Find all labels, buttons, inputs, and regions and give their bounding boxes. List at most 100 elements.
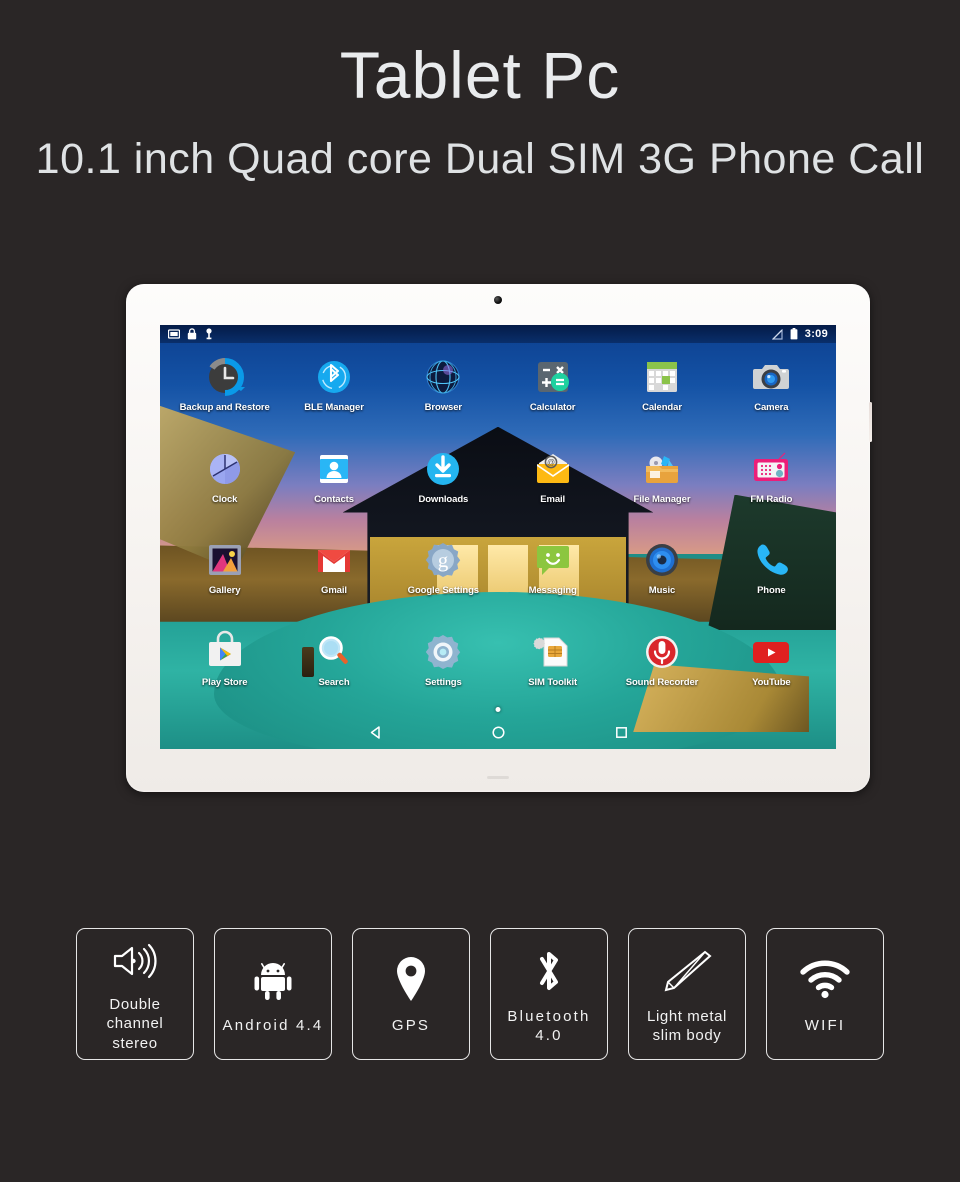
app-icon-phone[interactable]: Phone xyxy=(717,532,826,624)
app-icon-settings[interactable]: Settings xyxy=(389,624,498,716)
app-icon-browser[interactable]: Browser xyxy=(389,349,498,441)
feature-label: Android 4.4 xyxy=(222,1017,324,1035)
app-icon-downloads[interactable]: Downloads xyxy=(389,441,498,533)
slim-body-icon xyxy=(660,943,714,999)
app-icon-music[interactable]: Music xyxy=(607,532,716,624)
app-label: Contacts xyxy=(314,493,354,505)
app-icon-sound-recorder[interactable]: Sound Recorder xyxy=(607,624,716,716)
phone-icon xyxy=(749,538,793,582)
feature-badge-light-metal-slim-body[interactable]: Light metal slim body xyxy=(628,928,746,1060)
app-icon-calculator[interactable]: Calculator xyxy=(498,349,607,441)
app-icon-contacts[interactable]: Contacts xyxy=(279,441,388,533)
speaker-icon xyxy=(109,935,161,987)
calendar-icon xyxy=(640,355,684,399)
app-label: Gmail xyxy=(321,585,347,596)
screenshot-icon xyxy=(168,328,180,339)
svg-text:g: g xyxy=(438,548,449,572)
recents-icon[interactable] xyxy=(614,725,629,740)
app-label: Search xyxy=(318,676,350,688)
app-icon-messaging[interactable]: Messaging xyxy=(498,532,607,624)
status-bar[interactable]: 3:09 xyxy=(160,325,836,343)
android-icon xyxy=(250,952,296,1008)
app-label: Settings xyxy=(424,676,462,688)
status-bar-clock: 3:09 xyxy=(804,328,828,340)
feature-badge-gps[interactable]: GPS xyxy=(352,928,470,1060)
ble-manager-icon xyxy=(312,355,356,399)
app-label: Phone xyxy=(757,585,786,596)
sound-recorder-icon xyxy=(640,630,684,674)
app-label: Play Store xyxy=(201,676,248,688)
header: Tablet Pc 10.1 inch Quad core Dual SIM 3… xyxy=(0,0,960,181)
search-icon xyxy=(312,630,356,674)
app-icon-fm-radio[interactable]: FM Radio xyxy=(717,441,826,533)
app-icon-gallery[interactable]: Gallery xyxy=(170,532,279,624)
app-label: YouTube xyxy=(752,676,791,688)
feature-badge-bluetooth[interactable]: Bluetooth 4.0 xyxy=(490,928,608,1060)
app-label: Browser xyxy=(424,402,462,413)
home-sensor xyxy=(487,776,509,779)
app-icon-youtube[interactable]: YouTube xyxy=(717,624,826,716)
clock-icon xyxy=(203,447,247,491)
app-label: Messaging xyxy=(528,585,577,596)
app-label: Calculator xyxy=(529,402,576,413)
app-label: Gallery xyxy=(208,585,241,596)
app-label: Music xyxy=(648,585,676,596)
app-icon-camera[interactable]: Camera xyxy=(717,349,826,441)
app-icon-file-manager[interactable]: File Manager xyxy=(607,441,716,533)
app-label: BLE Manager xyxy=(304,402,364,413)
messaging-icon xyxy=(531,538,575,582)
app-label: Backup and Restore xyxy=(179,402,270,413)
feature-badges: Double channel stereo Android 4.4 GPS Bl… xyxy=(0,928,960,1060)
app-icon-backup-and-restore[interactable]: Backup and Restore xyxy=(170,349,279,441)
fm-radio-icon xyxy=(749,447,793,491)
tablet-screen: 3:09 Backup and Restore BLE Manager Brow… xyxy=(160,325,836,749)
feature-label: WIFI xyxy=(804,1017,846,1035)
app-grid: Backup and Restore BLE Manager Browser C… xyxy=(160,343,836,715)
camera-icon xyxy=(749,355,793,399)
email-icon: @ xyxy=(531,447,575,491)
feature-label: Light metal slim body xyxy=(647,1007,727,1045)
usb-icon xyxy=(206,328,212,340)
app-label: Downloads xyxy=(418,493,469,505)
page-title: Tablet Pc xyxy=(339,38,621,112)
app-label: Clock xyxy=(211,493,238,505)
gmail-icon xyxy=(312,538,356,582)
feature-label: Double channel stereo xyxy=(106,995,164,1052)
google-settings-icon: g xyxy=(421,538,465,582)
app-icon-google-settings[interactable]: g Google Settings xyxy=(389,532,498,624)
feature-badge-double-channel-stereo[interactable]: Double channel stereo xyxy=(76,928,194,1060)
page-indicator-dot xyxy=(495,707,501,712)
app-icon-calendar[interactable]: Calendar xyxy=(607,349,716,441)
page-subtitle: 10.1 inch Quad core Dual SIM 3G Phone Ca… xyxy=(35,135,925,183)
app-label: File Manager xyxy=(633,493,691,505)
sim-toolkit-icon xyxy=(531,630,575,674)
feature-label: Bluetooth 4.0 xyxy=(507,1007,591,1045)
app-icon-sim-toolkit[interactable]: SIM Toolkit xyxy=(498,624,607,716)
feature-badge-wifi[interactable]: WIFI xyxy=(766,928,884,1060)
app-label: Google Settings xyxy=(407,585,479,596)
music-icon xyxy=(640,538,684,582)
backup-and-restore-icon xyxy=(203,355,247,399)
feature-badge-android[interactable]: Android 4.4 xyxy=(214,928,332,1060)
battery-icon xyxy=(790,328,798,340)
feature-label: GPS xyxy=(391,1017,431,1035)
gallery-icon xyxy=(203,538,247,582)
app-label: Sound Recorder xyxy=(625,676,699,688)
app-icon-play-store[interactable]: Play Store xyxy=(170,624,279,716)
back-icon[interactable] xyxy=(368,725,383,740)
signal-off-icon xyxy=(771,328,783,340)
lock-icon xyxy=(187,328,197,340)
app-label: Email xyxy=(540,493,566,505)
app-icon-ble-manager[interactable]: BLE Manager xyxy=(279,349,388,441)
navigation-bar xyxy=(160,707,836,749)
app-icon-gmail[interactable]: Gmail xyxy=(279,532,388,624)
app-icon-clock[interactable]: Clock xyxy=(170,441,279,533)
app-label: Calendar xyxy=(642,402,682,413)
home-icon[interactable] xyxy=(491,725,506,740)
settings-icon xyxy=(421,630,465,674)
tablet-device: 3:09 Backup and Restore BLE Manager Brow… xyxy=(126,284,872,792)
app-label: SIM Toolkit xyxy=(528,676,578,688)
app-icon-email[interactable]: @ Email xyxy=(498,441,607,533)
app-icon-search[interactable]: Search xyxy=(279,624,388,716)
calculator-icon xyxy=(531,355,575,399)
